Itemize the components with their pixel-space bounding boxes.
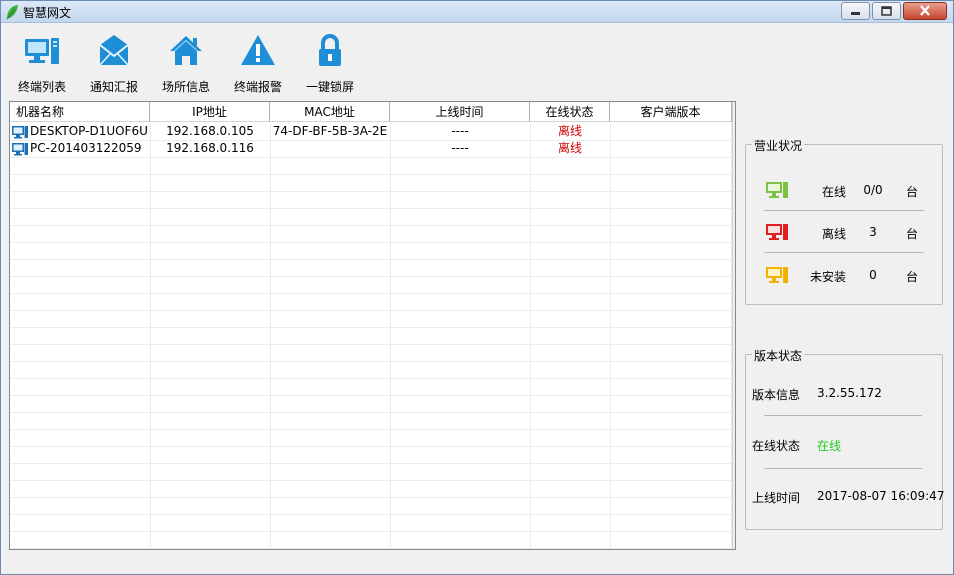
group-title: 营业状况 [752, 137, 805, 154]
column-header[interactable]: 在线状态 [530, 102, 610, 122]
envelope-icon [99, 35, 129, 66]
online-time-value: 2017-08-07 16:09:47 [817, 489, 945, 503]
toolbar-terminal-alarm-button[interactable]: 终端报警 [222, 31, 294, 95]
offline-count-row: 离线 3 台 [746, 215, 942, 251]
not-installed-count-row: 未安装 0 台 [746, 258, 942, 294]
stat-unit: 台 [906, 185, 919, 199]
online-status: 离线 [557, 141, 582, 155]
mac-address: 74-DF-BF-5B-3A-2E [272, 124, 388, 138]
online-status-label: 在线状态 [752, 439, 801, 453]
home-icon [170, 36, 202, 65]
version-info-label: 版本信息 [752, 388, 801, 402]
table-header: 机器名称 IP地址 MAC地址 上线时间 在线状态 客户端版本 [10, 102, 735, 122]
table-row[interactable]: PC-201403122059 192.168.0.116 ---- 离线 [10, 140, 732, 157]
column-header[interactable]: MAC地址 [270, 102, 390, 122]
column-header[interactable]: 机器名称 [10, 102, 150, 122]
stat-value: 3 [869, 225, 877, 239]
divider [764, 210, 924, 211]
maximize-button[interactable] [872, 2, 901, 20]
toolbar-notification-button[interactable]: 通知汇报 [78, 31, 150, 95]
minimize-button[interactable] [841, 2, 870, 20]
online-time-label: 上线时间 [752, 491, 801, 505]
monitor-icon [25, 38, 59, 64]
divider [764, 468, 922, 469]
business-status-group: 营业状况 在线 0/0 台 离线 3 台 未安装 0 台 [745, 137, 943, 305]
toolbar-label: 通知汇报 [89, 80, 138, 94]
column-header[interactable]: IP地址 [150, 102, 270, 122]
version-info-value: 3.2.55.172 [817, 386, 882, 400]
minimize-icon [851, 12, 860, 15]
toolbar: 终端列表 通知汇报 场所信息 终端报警 一键锁屏 [1, 25, 953, 99]
stat-unit: 台 [906, 270, 919, 284]
column-header[interactable]: 上线时间 [390, 102, 530, 122]
stat-label: 在线 [821, 185, 846, 199]
stat-unit: 台 [906, 227, 919, 241]
machine-name: DESKTOP-D1UOF6U [30, 124, 148, 138]
mac-address [270, 140, 390, 157]
toolbar-lock-screen-button[interactable]: 一键锁屏 [294, 31, 366, 95]
main-window: 智慧网文 终端列表 通知汇报 场所信息 终端报警 一键锁屏 机器名称 IP地址 … [0, 0, 954, 575]
column-header[interactable]: 客户端版本 [610, 102, 732, 122]
table-row[interactable]: DESKTOP-D1UOF6U 192.168.0.105 74-DF-BF-5… [10, 123, 732, 140]
client-version [610, 123, 732, 140]
divider [764, 415, 922, 416]
close-icon [920, 5, 930, 16]
toolbar-label: 终端报警 [233, 80, 282, 94]
window-title: 智慧网文 [23, 6, 72, 20]
maximize-icon [881, 6, 892, 16]
ip-address: 192.168.0.116 [166, 141, 254, 155]
toolbar-label: 一键锁屏 [305, 80, 354, 94]
online-time: ---- [451, 141, 469, 155]
terminal-table[interactable]: 机器名称 IP地址 MAC地址 上线时间 在线状态 客户端版本 DESKTOP-… [9, 101, 736, 550]
online-status: 离线 [557, 124, 582, 138]
grid-edge [732, 102, 735, 549]
table-body: DESKTOP-D1UOF6U 192.168.0.105 74-DF-BF-5… [10, 123, 735, 549]
stat-label: 未安装 [809, 270, 846, 284]
toolbar-venue-info-button[interactable]: 场所信息 [150, 31, 222, 95]
close-button[interactable] [903, 2, 947, 20]
online-status-value: 在线 [817, 439, 842, 453]
leaf-icon [6, 5, 18, 20]
online-count-row: 在线 0/0 台 [746, 173, 942, 209]
ip-address: 192.168.0.105 [166, 124, 254, 138]
online-time: ---- [451, 124, 469, 138]
not-installed-computer-icon [766, 267, 788, 283]
toolbar-label: 场所信息 [161, 80, 210, 94]
stat-value: 0 [869, 268, 877, 282]
title-bar: 智慧网文 [1, 1, 953, 23]
client-version [610, 140, 732, 157]
online-computer-icon [766, 182, 788, 198]
offline-computer-icon [766, 224, 788, 240]
stat-value: 0/0 [863, 183, 883, 197]
stat-label: 离线 [821, 227, 846, 241]
warning-icon [241, 35, 275, 65]
group-title: 版本状态 [752, 347, 805, 364]
toolbar-terminal-list-button[interactable]: 终端列表 [6, 31, 78, 95]
machine-name: PC-201403122059 [30, 141, 142, 155]
divider [764, 252, 924, 253]
version-status-group: 版本状态 版本信息 3.2.55.172 在线状态 在线 上线时间 2017-0… [745, 347, 945, 530]
toolbar-label: 终端列表 [17, 80, 66, 94]
lock-icon [319, 34, 341, 66]
